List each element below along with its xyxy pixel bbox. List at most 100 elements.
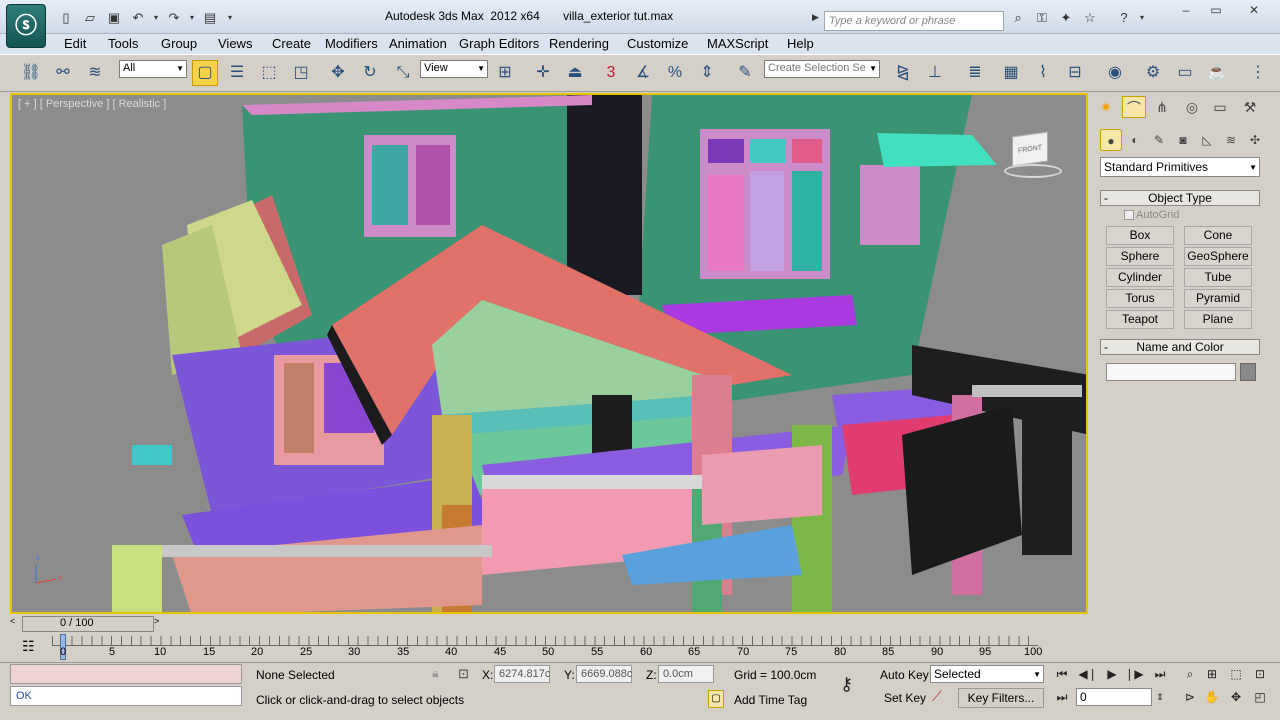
reference-coordinate-dropdown[interactable]: View ▼: [420, 60, 488, 78]
create-tab-icon[interactable]: ✷: [1094, 96, 1118, 118]
default-tangents-icon[interactable]: ⟋: [932, 688, 942, 705]
mirror-icon[interactable]: ⧎: [890, 60, 916, 86]
undo-dropdown-icon[interactable]: ▾: [148, 10, 164, 26]
pan-view-icon[interactable]: ✋: [1202, 688, 1222, 706]
x-coordinate-field[interactable]: 6274.817c: [494, 665, 550, 683]
display-tab-icon[interactable]: ▭: [1208, 96, 1232, 118]
select-by-name-icon[interactable]: ☰: [224, 60, 250, 86]
favorites-icon[interactable]: ☆: [1082, 10, 1098, 26]
absolute-mode-icon[interactable]: ⊡: [458, 666, 469, 682]
help-dropdown-icon[interactable]: ▾: [1134, 10, 1150, 26]
helpers-icon[interactable]: ◺: [1196, 129, 1218, 151]
toolbar-overflow-icon[interactable]: ⋮: [1245, 60, 1271, 86]
unlink-selection-icon[interactable]: ⚯: [50, 60, 76, 86]
spinner-snap-icon[interactable]: ⇕: [694, 60, 720, 86]
search-expand-icon[interactable]: ▶: [812, 12, 819, 23]
menu-help[interactable]: Help: [787, 35, 814, 53]
render-production-icon[interactable]: ☕: [1204, 60, 1230, 86]
add-time-tag-button[interactable]: Add Time Tag: [734, 693, 807, 707]
next-frame-icon[interactable]: ❘▶: [1124, 665, 1144, 683]
systems-icon[interactable]: ✣: [1244, 129, 1266, 151]
viewport-label[interactable]: [ + ] [ Perspective ] [ Realistic ]: [18, 98, 166, 110]
menu-group[interactable]: Group: [161, 35, 197, 53]
modify-tab-icon[interactable]: ⌒: [1122, 96, 1146, 118]
shapes-icon[interactable]: ◐: [1124, 129, 1146, 151]
restore-button[interactable]: ▭: [1202, 2, 1230, 20]
select-object-icon[interactable]: ▢: [192, 60, 218, 86]
window-crossing-icon[interactable]: ◳: [288, 60, 314, 86]
maxscript-mini-listener[interactable]: [10, 664, 242, 684]
go-to-start-icon[interactable]: ⏮: [1052, 665, 1072, 683]
space-warps-icon[interactable]: ≋: [1220, 129, 1242, 151]
set-key-icon[interactable]: ⚷: [840, 674, 853, 695]
auto-key-button[interactable]: Auto Key: [880, 668, 929, 682]
mini-curve-editor-icon[interactable]: ☷: [22, 638, 35, 655]
maxscript-output[interactable]: OK: [10, 686, 242, 706]
graphite-ribbon-icon[interactable]: ▦: [998, 60, 1024, 86]
select-and-link-icon[interactable]: ⛓: [18, 60, 44, 86]
keyboard-shortcut-toggle-icon[interactable]: ⏏: [562, 60, 588, 86]
project-dropdown-icon[interactable]: ▾: [222, 10, 238, 26]
maximize-viewport-icon[interactable]: ◰: [1250, 688, 1270, 706]
name-and-color-rollout[interactable]: - Name and Color: [1100, 339, 1260, 355]
motion-tab-icon[interactable]: ◎: [1180, 96, 1204, 118]
autogrid-checkbox[interactable]: [1124, 210, 1134, 220]
zoom-all-icon[interactable]: ⊞: [1202, 665, 1222, 683]
help-icon[interactable]: ?: [1116, 10, 1132, 26]
curve-editor-icon[interactable]: ⌇: [1030, 60, 1056, 86]
pivot-center-icon[interactable]: ⊞: [492, 60, 518, 86]
schematic-view-icon[interactable]: ⊟: [1062, 60, 1088, 86]
key-mode-dropdown[interactable]: Selected ▼: [930, 665, 1044, 683]
zoom-icon[interactable]: ⌕: [1180, 665, 1200, 683]
menu-views[interactable]: Views: [218, 35, 252, 53]
sphere-button[interactable]: Sphere: [1106, 247, 1174, 266]
plane-button[interactable]: Plane: [1184, 310, 1252, 329]
undo-icon[interactable]: ↶: [130, 10, 146, 26]
select-and-scale-icon[interactable]: ⤡: [390, 60, 416, 86]
cameras-icon[interactable]: ◙: [1172, 129, 1194, 151]
subscription-icon[interactable]: ⚿: [1034, 10, 1050, 26]
set-key-button[interactable]: Set Key: [884, 691, 926, 705]
viewcube-face[interactable]: FRONT: [1012, 131, 1048, 167]
orbit-icon[interactable]: ✥: [1226, 688, 1246, 706]
geometry-icon[interactable]: ●: [1100, 129, 1122, 151]
select-manipulate-icon[interactable]: ✛: [530, 60, 556, 86]
cylinder-button[interactable]: Cylinder: [1106, 268, 1174, 287]
app-logo-icon[interactable]: ⓢ: [6, 4, 46, 48]
menu-edit[interactable]: Edit: [64, 35, 86, 53]
time-tag-icon[interactable]: ▢: [708, 690, 724, 708]
named-selection-sets-dropdown[interactable]: Create Selection Se ▼: [764, 60, 880, 78]
redo-icon[interactable]: ↷: [166, 10, 182, 26]
viewcube-compass-ring[interactable]: [1004, 164, 1062, 178]
menu-graph-editors[interactable]: Graph Editors: [459, 35, 539, 53]
lights-icon[interactable]: ✎: [1148, 129, 1170, 151]
search-input[interactable]: Type a keyword or phrase: [824, 11, 1004, 31]
menu-tools[interactable]: Tools: [108, 35, 138, 53]
previous-frame-icon[interactable]: ◀❘: [1078, 665, 1098, 683]
perspective-viewport[interactable]: [ + ] [ Perspective ] [ Realistic ] FRON…: [10, 93, 1088, 614]
communication-icon[interactable]: ✦: [1058, 10, 1074, 26]
object-type-rollout[interactable]: - Object Type: [1100, 190, 1260, 206]
time-slider-next-icon[interactable]: >: [154, 616, 159, 626]
box-button[interactable]: Box: [1106, 226, 1174, 245]
open-file-icon[interactable]: ▱: [82, 10, 98, 26]
y-coordinate-field[interactable]: 6669.088c: [576, 665, 632, 683]
time-slider-prev-icon[interactable]: <: [10, 616, 15, 626]
rectangular-selection-icon[interactable]: ⬚: [256, 60, 282, 86]
redo-dropdown-icon[interactable]: ▾: [184, 10, 200, 26]
rendered-frame-window-icon[interactable]: ▭: [1172, 60, 1198, 86]
percent-snap-icon[interactable]: %: [662, 60, 688, 86]
layer-manager-icon[interactable]: ≣: [962, 60, 988, 86]
key-filters-button[interactable]: Key Filters...: [958, 688, 1044, 708]
tube-button[interactable]: Tube: [1184, 268, 1252, 287]
menu-animation[interactable]: Animation: [389, 35, 447, 53]
select-and-rotate-icon[interactable]: ↻: [357, 60, 383, 86]
geosphere-button[interactable]: GeoSphere: [1184, 247, 1252, 266]
zoom-extents-all-icon[interactable]: ⊡: [1250, 665, 1270, 683]
menu-maxscript[interactable]: MAXScript: [707, 35, 768, 53]
material-editor-icon[interactable]: ◉: [1102, 60, 1128, 86]
z-coordinate-field[interactable]: 0.0cm: [658, 665, 714, 683]
edit-named-selection-icon[interactable]: ✎: [732, 60, 758, 86]
selection-filter-dropdown[interactable]: All ▼: [119, 60, 187, 78]
select-and-move-icon[interactable]: ✥: [325, 60, 351, 86]
